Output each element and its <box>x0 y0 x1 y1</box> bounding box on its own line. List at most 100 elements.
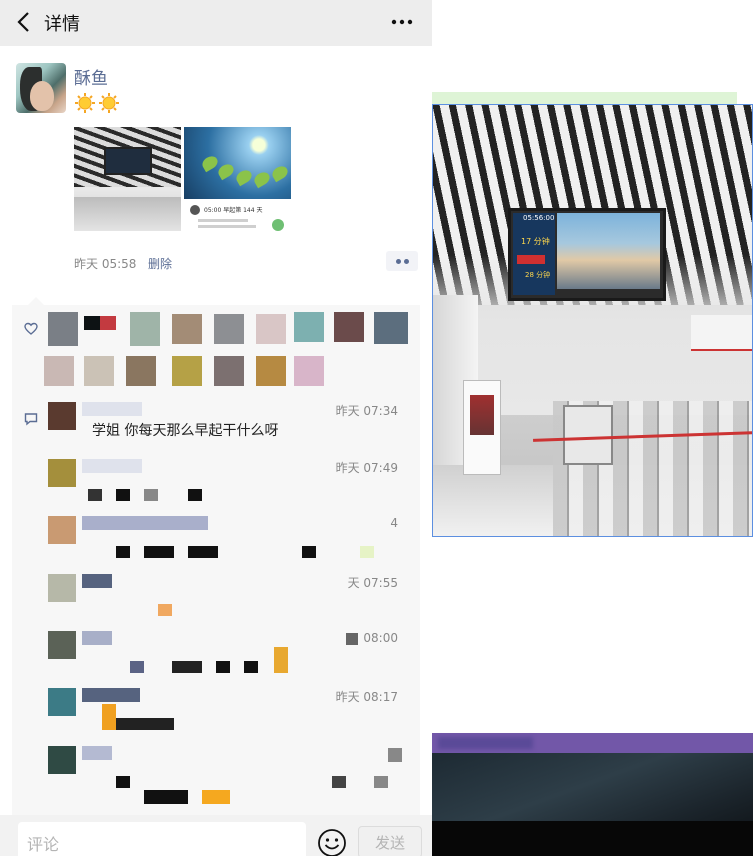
enlarged-subway-photo[interactable]: 05:56:00 17 分钟 28 分钟 <box>432 104 753 537</box>
liker-avatar[interactable] <box>256 314 286 344</box>
redacted-text <box>302 546 316 558</box>
caption-avatar <box>190 205 200 215</box>
comment-time: 昨天 08:17 <box>335 690 398 704</box>
liker-avatar[interactable] <box>100 316 116 330</box>
comment-avatar[interactable] <box>48 574 76 602</box>
comment-name[interactable] <box>82 459 142 473</box>
comment-name[interactable] <box>82 631 112 645</box>
comment-name[interactable] <box>82 516 208 530</box>
comment-time: 4 <box>390 516 398 530</box>
redacted-text <box>188 546 218 558</box>
photo-tv-minutes: 17 分钟 <box>521 237 550 246</box>
comment-name[interactable] <box>82 574 112 588</box>
comment-input[interactable] <box>18 822 306 856</box>
liker-avatar[interactable] <box>44 356 74 386</box>
post-username[interactable]: 酥鱼 <box>74 64 108 89</box>
comment-time: 昨天 07:34 <box>335 404 398 418</box>
liker-avatar[interactable] <box>214 356 244 386</box>
comment-avatar[interactable] <box>48 688 76 716</box>
liker-avatar[interactable] <box>214 314 244 344</box>
redacted-text <box>144 790 188 804</box>
viewer-dark-bottom <box>432 821 753 856</box>
photo-poster <box>463 380 501 475</box>
comment-name[interactable] <box>82 746 112 760</box>
redacted-text <box>116 776 130 788</box>
viewer-strip <box>432 92 737 104</box>
redacted-text <box>360 546 374 558</box>
comment-avatar[interactable] <box>48 746 76 774</box>
photo-station-sign <box>691 315 752 351</box>
liker-avatar[interactable] <box>126 356 156 386</box>
back-arrow-icon[interactable] <box>14 9 36 35</box>
moments-detail-panel: 详情 酥鱼 05:00 早起第 144 天 昨天 05:58 删除 昨天 07:… <box>0 0 432 856</box>
comment-name[interactable] <box>82 402 142 416</box>
redacted-text <box>274 647 288 673</box>
comment-time: 08:00 <box>363 631 398 645</box>
redacted-text <box>116 718 174 730</box>
liker-avatar[interactable] <box>294 356 324 386</box>
liker-avatars <box>44 312 414 388</box>
redacted-text <box>172 661 202 673</box>
send-button[interactable]: 发送 <box>358 826 422 856</box>
comment-name[interactable] <box>82 688 140 702</box>
poster-art <box>470 395 494 435</box>
caption-line <box>198 225 256 228</box>
photo-tv-red-label <box>517 255 545 264</box>
liker-avatar[interactable] <box>172 314 202 344</box>
redacted-text <box>388 748 402 762</box>
redacted-text <box>188 489 202 501</box>
liker-avatar[interactable] <box>172 356 202 386</box>
liker-avatar[interactable] <box>256 356 286 386</box>
thumb-floor <box>74 197 181 231</box>
comment-text: 学姐 你每天那么早起干什么呀 <box>92 423 279 439</box>
redacted-text <box>116 489 130 501</box>
comment-row[interactable]: 昨天 08:17 <box>44 688 414 742</box>
comment-time: 昨天 07:49 <box>335 461 398 475</box>
liker-avatar[interactable] <box>294 312 324 342</box>
redacted-text <box>116 546 130 558</box>
liker-avatar[interactable] <box>84 316 100 330</box>
more-icon[interactable] <box>386 8 418 36</box>
thumb-screen <box>104 147 152 175</box>
redacted-text <box>158 604 172 616</box>
comment-row[interactable]: 昨天 07:34 学姐 你每天那么早起干什么呀 <box>44 402 414 456</box>
comment-avatar[interactable] <box>48 631 76 659</box>
blurred-label <box>438 737 533 749</box>
redacted-text <box>202 790 230 804</box>
dot <box>404 259 409 264</box>
redacted-text <box>88 489 102 501</box>
comment-avatar[interactable] <box>48 459 76 487</box>
redacted-text <box>144 546 174 558</box>
caption-line <box>198 219 248 222</box>
liker-avatar[interactable] <box>334 312 364 342</box>
image-viewer: 05:56:00 17 分钟 28 分钟 <box>432 0 753 856</box>
emoji-icon[interactable] <box>317 828 347 856</box>
comment-row[interactable]: 4 <box>44 516 414 570</box>
navigation-bar: 详情 <box>0 0 432 46</box>
redacted-text <box>244 661 258 673</box>
comment-row[interactable]: 08:00 <box>44 631 414 685</box>
comment-avatar[interactable] <box>48 402 76 430</box>
like-comment-button[interactable] <box>386 251 418 271</box>
liker-avatar[interactable] <box>84 356 114 386</box>
avatar[interactable] <box>16 63 66 113</box>
post-image-leaves[interactable]: 05:00 早起第 144 天 <box>184 127 291 231</box>
liker-avatar[interactable] <box>48 312 78 346</box>
redacted-text <box>216 661 230 673</box>
comment-row[interactable]: 天 07:55 <box>44 574 414 628</box>
redacted-text <box>374 776 388 788</box>
comment-icon <box>24 413 38 426</box>
comment-time: 天 07:55 <box>347 576 398 590</box>
photo-tv-picture <box>557 213 660 289</box>
post-image-subway[interactable] <box>74 127 181 231</box>
comment-avatar[interactable] <box>48 516 76 544</box>
redacted-text <box>346 633 358 645</box>
delete-link[interactable]: 删除 <box>148 255 172 272</box>
comment-row[interactable]: 昨天 07:49 <box>44 459 414 513</box>
dot <box>396 259 401 264</box>
liker-avatar[interactable] <box>374 312 408 344</box>
redacted-text <box>102 704 116 730</box>
qr-badge-icon <box>272 219 284 231</box>
comment-row[interactable] <box>44 746 414 804</box>
liker-avatar[interactable] <box>130 312 160 346</box>
